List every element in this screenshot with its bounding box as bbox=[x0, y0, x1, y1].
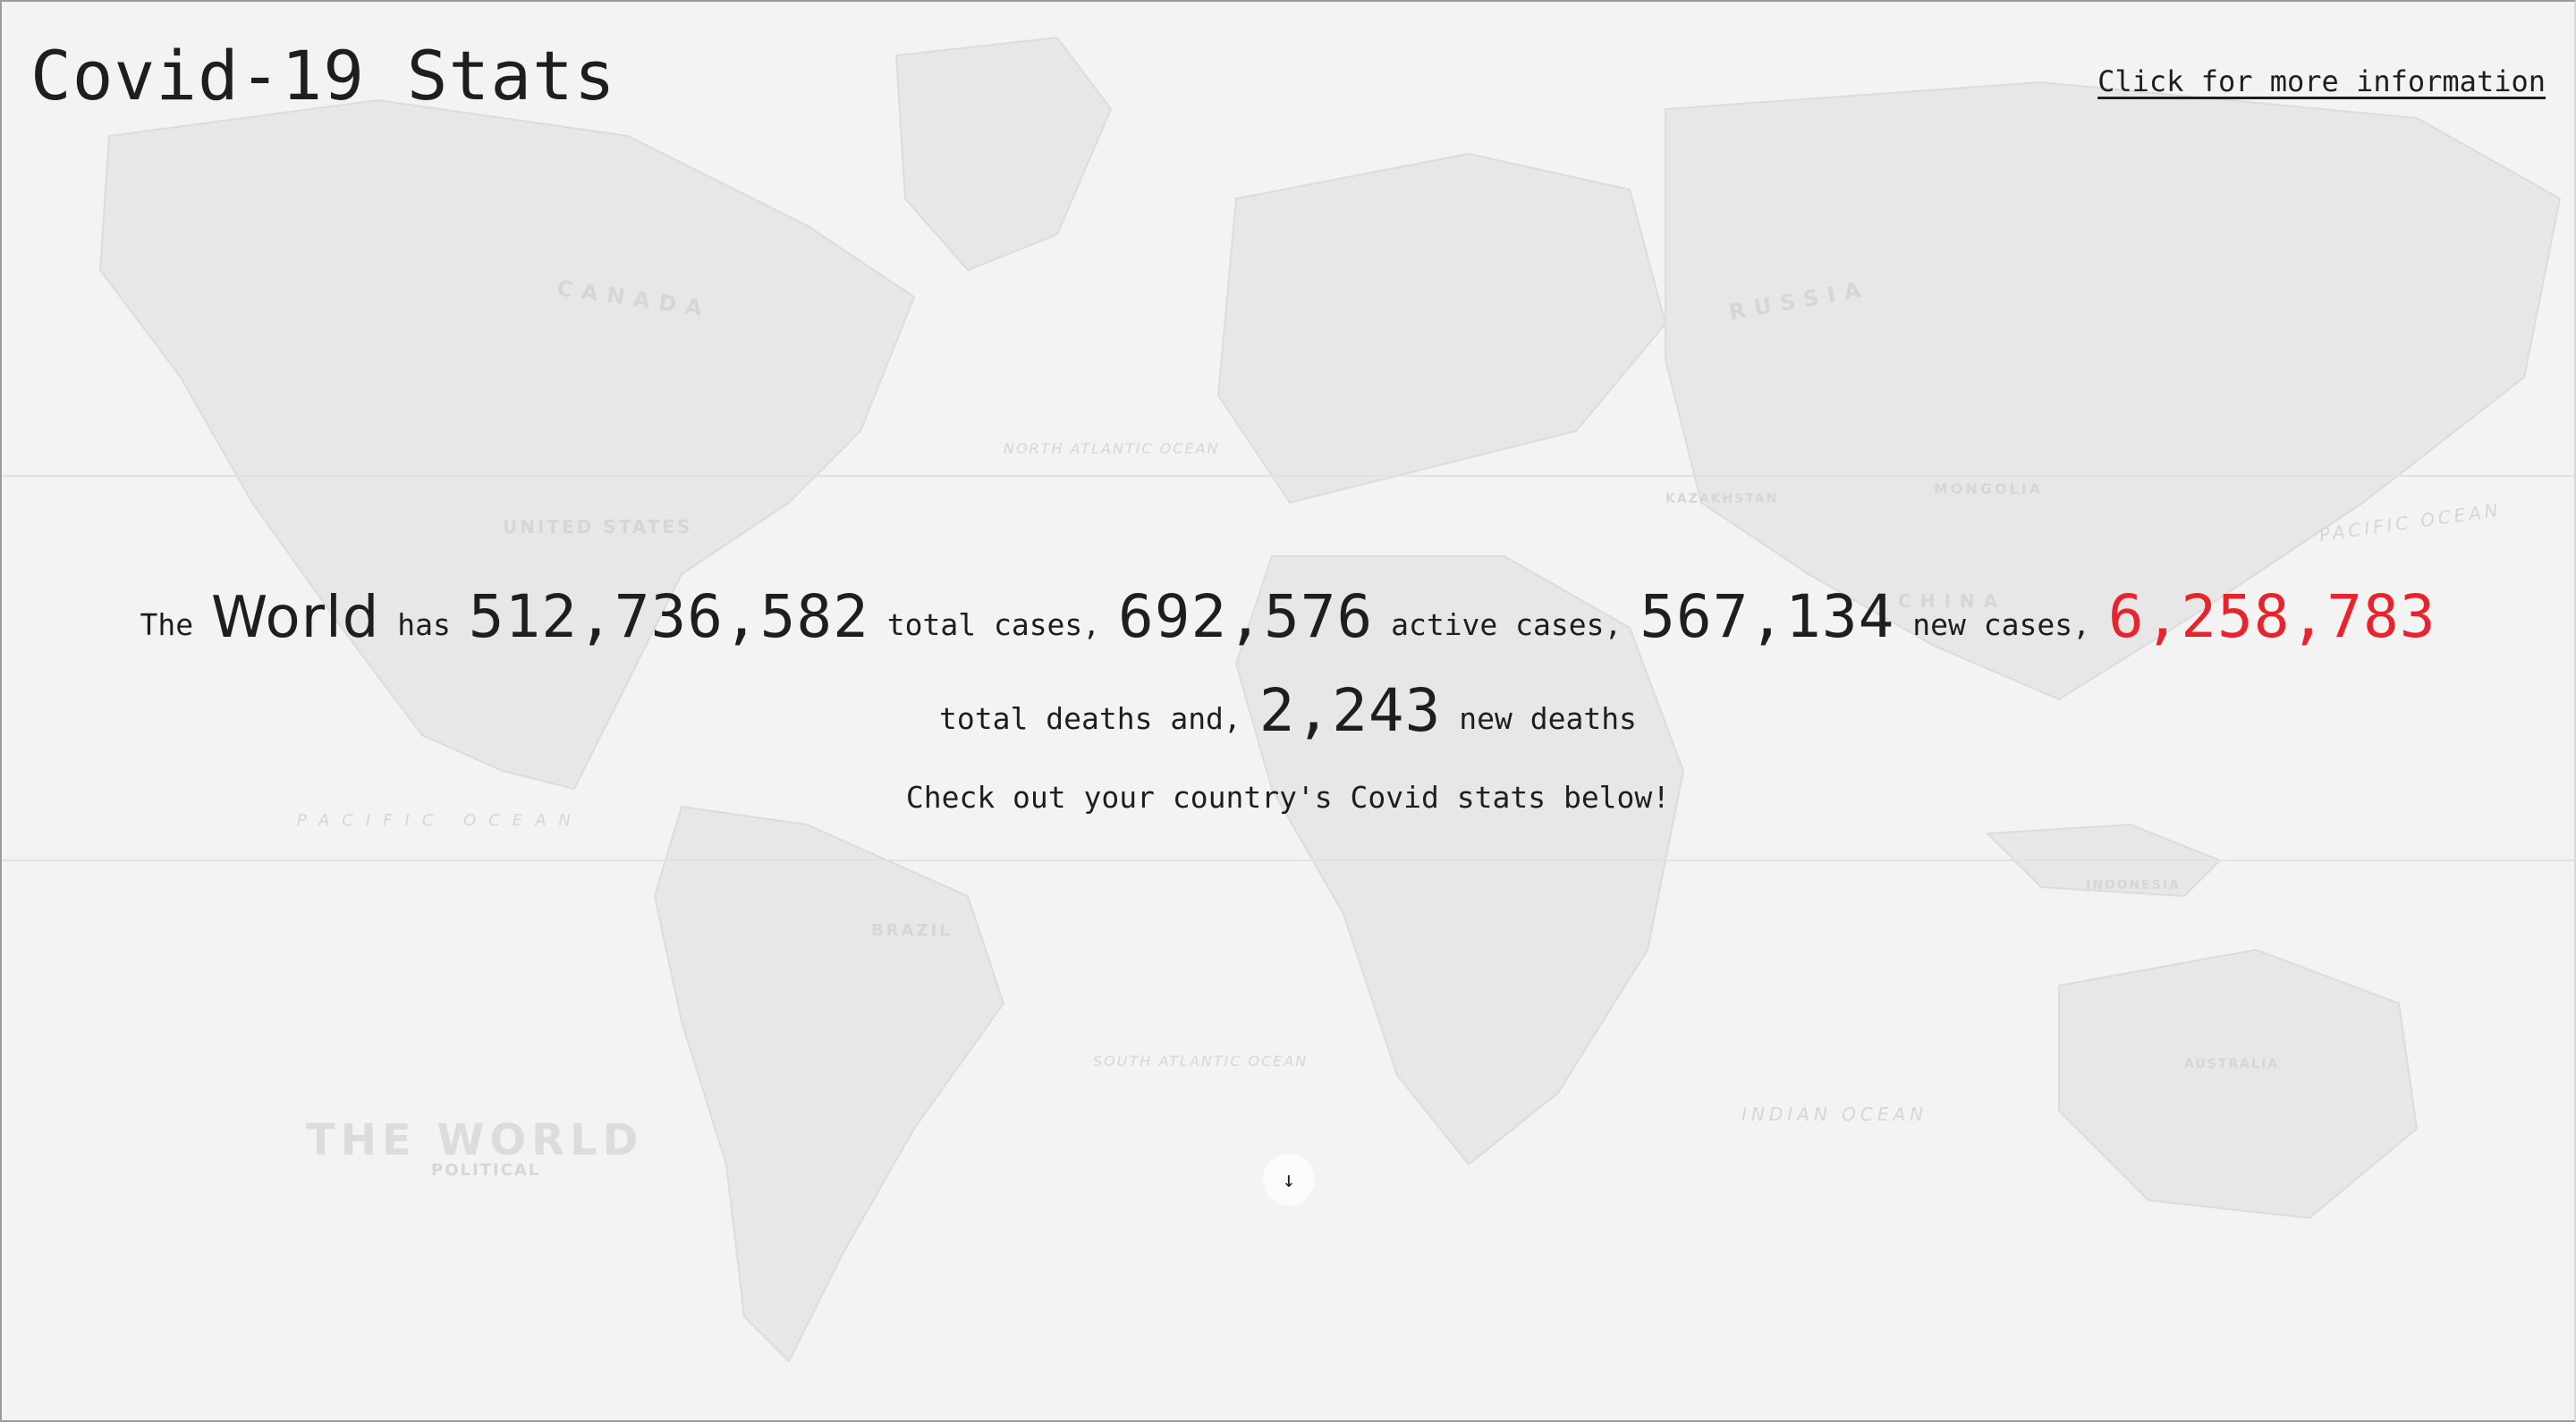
total-deaths-label: total deaths and, bbox=[939, 701, 1241, 736]
total-cases-label: total cases, bbox=[886, 607, 1101, 642]
map-label-indonesia: INDONESIA bbox=[2086, 878, 2181, 893]
total-cases-value: 512,736,582 bbox=[468, 582, 869, 651]
map-label-north-atlantic: NORTH ATLANTIC OCEAN bbox=[1004, 440, 1220, 457]
map-label-political: POLITICAL bbox=[431, 1161, 541, 1180]
map-label-australia: AUSTRALIA bbox=[2184, 1057, 2279, 1071]
map-label-kazakhstan: KAZAKHSTAN bbox=[1665, 492, 1779, 506]
europe-shape bbox=[1216, 152, 1667, 504]
map-label-indian-ocean: INDIAN OCEAN bbox=[1741, 1104, 1928, 1125]
region-name: World bbox=[211, 585, 380, 651]
greenland-shape bbox=[894, 36, 1113, 272]
arrow-down-icon: ↓ bbox=[1282, 1167, 1296, 1192]
country-stats-prompt: Check out your country's Covid stats bel… bbox=[905, 780, 1671, 815]
summary-the: The bbox=[140, 607, 194, 642]
map-label-south-atlantic: SOUTH ATLANTIC OCEAN bbox=[1093, 1053, 1309, 1070]
total-deaths-value: 6,258,783 bbox=[2107, 582, 2436, 651]
page-title: Covid-19 Stats bbox=[30, 36, 616, 115]
more-info-link[interactable]: Click for more information bbox=[2097, 64, 2546, 98]
new-cases-label: new cases, bbox=[1912, 607, 2090, 642]
new-cases-value: 567,134 bbox=[1640, 582, 1895, 651]
summary-has: has bbox=[397, 607, 451, 642]
scroll-down-button[interactable]: ↓ bbox=[1263, 1154, 1315, 1206]
page-frame: CANADA UNITED STATES RUSSIA KAZAKHSTAN M… bbox=[0, 0, 2576, 1422]
south-america-shape bbox=[653, 805, 1005, 1363]
australia-shape bbox=[2058, 948, 2419, 1220]
map-label-the-world: THE WORLD bbox=[306, 1115, 644, 1165]
new-deaths-value: 2,243 bbox=[1258, 676, 1442, 745]
map-label-brazil: BRAZIL bbox=[871, 921, 953, 940]
active-cases-label: active cases, bbox=[1391, 607, 1623, 642]
world-stats-summary: The World has 512,736,582 total cases, 6… bbox=[91, 574, 2485, 762]
new-deaths-label: new deaths bbox=[1459, 701, 1637, 736]
active-cases-value: 692,576 bbox=[1118, 582, 1374, 651]
map-label-mongolia: MONGOLIA bbox=[1934, 480, 2044, 497]
map-label-united-states: UNITED STATES bbox=[503, 516, 693, 537]
